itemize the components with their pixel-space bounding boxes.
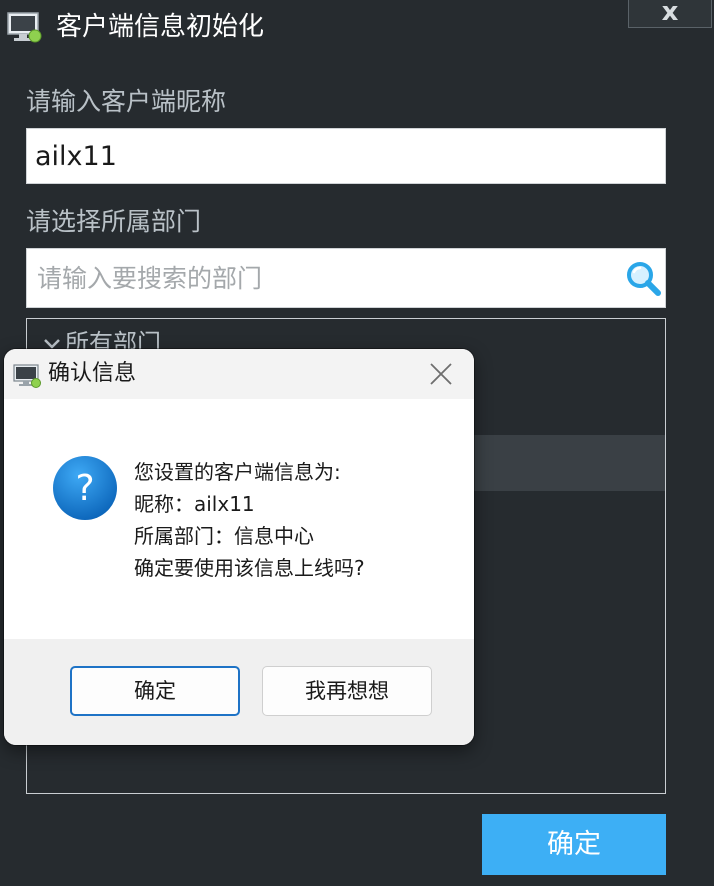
window-close-button[interactable]: x	[628, 0, 712, 28]
department-search-input[interactable]	[27, 249, 617, 307]
confirm-button[interactable]: 确定	[482, 814, 666, 875]
dialog-department-line: 所属部门：信息中心	[134, 524, 314, 548]
question-icon: ?	[53, 456, 117, 520]
dialog-cancel-button[interactable]: 我再想想	[262, 666, 432, 716]
window-title: 客户端信息初始化	[56, 12, 265, 42]
monitor-icon	[13, 364, 41, 388]
department-search-box	[26, 248, 666, 308]
search-icon[interactable]	[625, 260, 661, 296]
dialog-question-line: 确定要使用该信息上线吗?	[134, 556, 365, 580]
dialog-titlebar: 确认信息	[4, 349, 474, 399]
nickname-input[interactable]	[26, 128, 666, 184]
nickname-label: 请输入客户端昵称	[26, 87, 227, 116]
dialog-nickname-line: 昵称：ailx11	[134, 492, 255, 516]
confirm-dialog: 确认信息 ? 您设置的客户端信息为: 昵称：ailx11 所属部门：信息中心 确…	[4, 349, 474, 745]
dialog-message-line: 您设置的客户端信息为:	[134, 460, 341, 484]
close-icon[interactable]	[426, 359, 456, 389]
dialog-title: 确认信息	[48, 361, 137, 386]
department-label: 请选择所属部门	[26, 207, 202, 236]
window-titlebar: 客户端信息初始化 x	[0, 0, 714, 56]
svg-text:?: ?	[75, 468, 94, 509]
monitor-icon	[7, 12, 42, 43]
dialog-ok-button[interactable]: 确定	[70, 666, 240, 716]
dialog-footer: 确定 我再想想	[4, 639, 474, 745]
